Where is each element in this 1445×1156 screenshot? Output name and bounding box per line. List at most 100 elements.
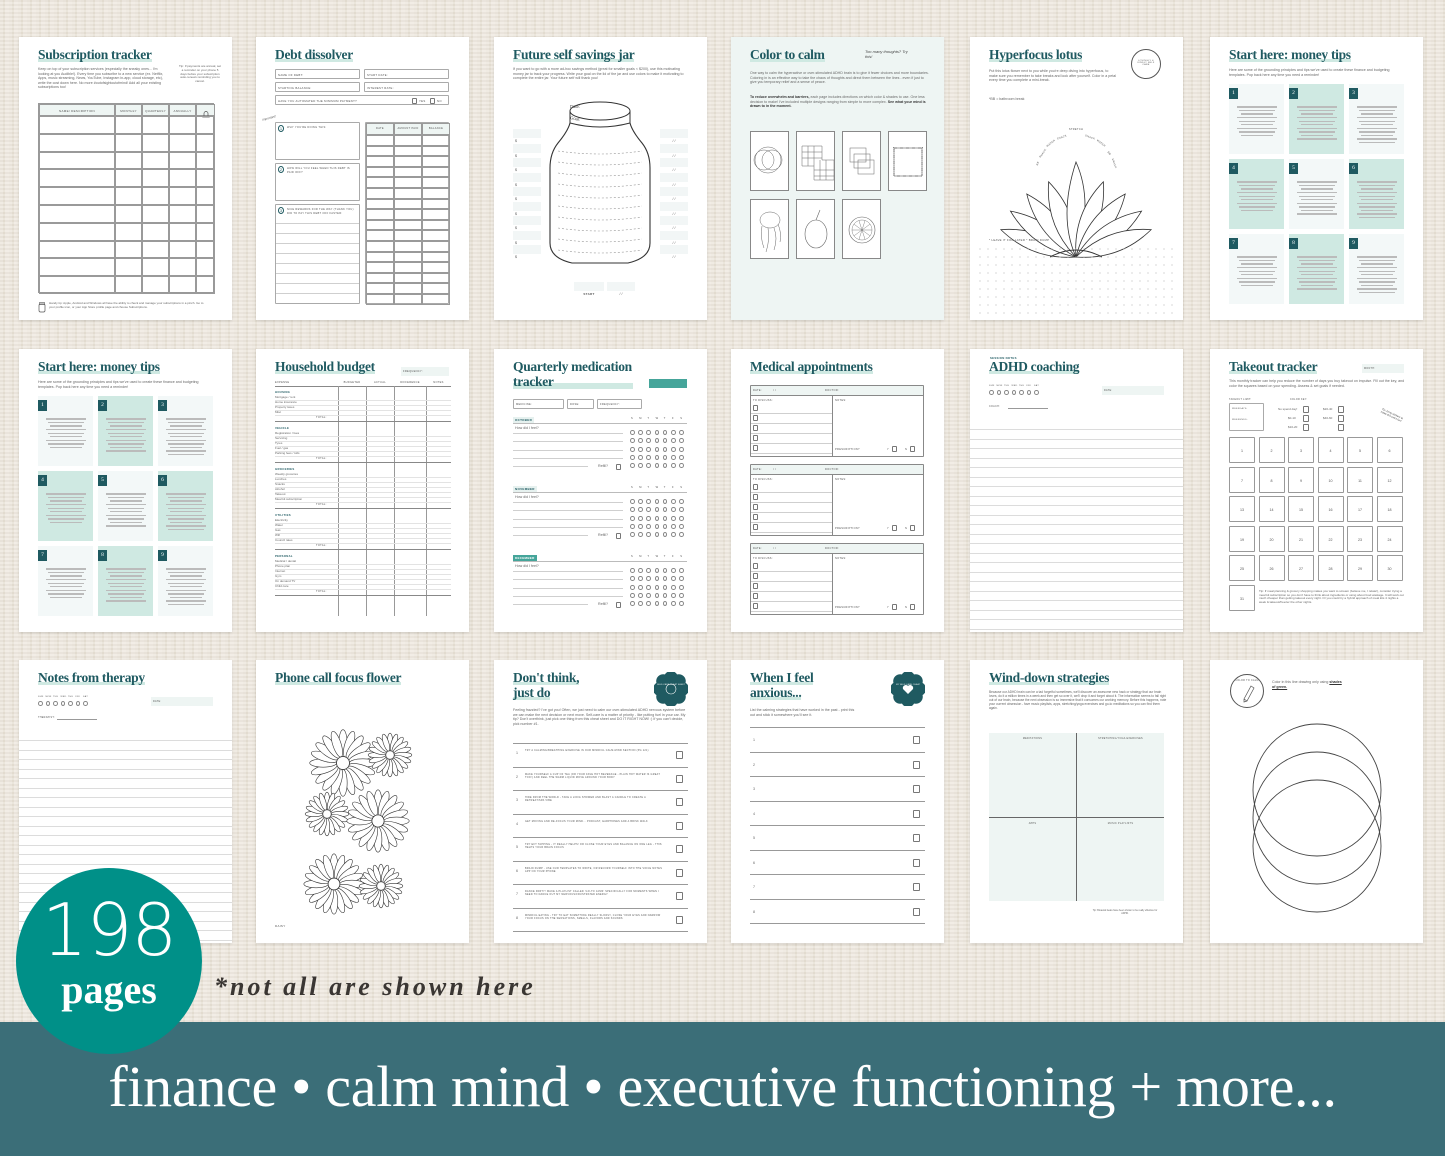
dose-circle[interactable] — [654, 584, 660, 590]
dose-circle[interactable] — [671, 463, 676, 469]
dose-circle[interactable] — [630, 446, 635, 452]
field-1[interactable]: Start date: — [364, 69, 449, 79]
quadrant-label[interactable]: Stretching/yoga exercises — [1077, 737, 1164, 740]
date-box[interactable]: / / — [660, 187, 688, 201]
color-key-swatch[interactable] — [1303, 424, 1309, 431]
day-circle[interactable] — [83, 701, 88, 706]
dose-circle[interactable] — [679, 532, 684, 538]
day-circle[interactable] — [53, 701, 58, 706]
dose-circle[interactable] — [638, 515, 643, 521]
calendar-day[interactable]: 22 — [1317, 525, 1344, 552]
n-checkbox[interactable] — [910, 446, 915, 452]
frequency-field[interactable]: Frequency: — [401, 367, 449, 376]
color-key-swatch[interactable] — [1303, 415, 1309, 422]
dose-circle[interactable] — [679, 576, 684, 582]
writing-line[interactable] — [970, 581, 1183, 582]
discuss-checkbox[interactable] — [753, 593, 758, 599]
dose-circle[interactable] — [679, 507, 684, 513]
day-circle[interactable] — [1019, 390, 1024, 395]
dose-circle[interactable] — [638, 446, 643, 452]
dose-circle[interactable] — [630, 601, 635, 607]
writing-line[interactable] — [970, 571, 1183, 573]
dose-circle[interactable] — [654, 568, 660, 573]
y-checkbox[interactable] — [892, 604, 897, 610]
dose-circle[interactable] — [662, 592, 668, 598]
calendar-day[interactable]: 28 — [1317, 555, 1344, 581]
quadrant-label[interactable]: Apps — [989, 822, 1076, 825]
dose-circle[interactable] — [646, 601, 651, 607]
dose-circle[interactable] — [638, 507, 643, 513]
writing-line[interactable] — [19, 759, 232, 760]
dose-circle[interactable] — [654, 601, 660, 607]
quadrant-label[interactable]: Meditations — [989, 737, 1076, 740]
field-0[interactable]: Name of debt: — [275, 69, 360, 79]
coloring-thumbnail[interactable] — [750, 131, 789, 191]
discuss-checkbox[interactable] — [753, 603, 758, 609]
date-box[interactable]: / / — [660, 201, 688, 216]
item-checkbox[interactable] — [913, 809, 920, 818]
dose-circle[interactable] — [646, 576, 651, 582]
calendar-day[interactable]: 8 — [1258, 466, 1285, 493]
item-checkbox[interactable] — [676, 798, 683, 806]
writing-line[interactable] — [19, 740, 232, 741]
coloring-thumbnail[interactable] — [796, 131, 835, 191]
discuss-checkbox[interactable] — [753, 563, 758, 569]
dose-circle[interactable] — [638, 463, 643, 469]
refill-checkbox[interactable] — [616, 601, 621, 608]
writing-line[interactable] — [970, 533, 1183, 535]
item-checkbox[interactable] — [913, 736, 920, 744]
dose-circle[interactable] — [646, 532, 651, 538]
day-circle[interactable] — [1011, 390, 1016, 395]
dose-circle[interactable] — [630, 576, 635, 582]
dose-circle[interactable] — [679, 454, 684, 460]
dose-circle[interactable] — [679, 515, 684, 521]
dose-circle[interactable] — [654, 446, 660, 452]
calendar-day[interactable]: 26 — [1258, 555, 1285, 581]
date-field[interactable]: Date: — [151, 697, 213, 706]
writing-line[interactable] — [19, 787, 232, 789]
dose-circle[interactable] — [638, 568, 643, 573]
writing-line[interactable] — [970, 609, 1183, 611]
calendar-day[interactable]: 25 — [1229, 555, 1255, 581]
day-circle[interactable] — [68, 701, 73, 706]
refill-checkbox[interactable] — [616, 532, 621, 539]
dose-circle[interactable] — [662, 454, 668, 460]
dose-circle[interactable] — [654, 532, 660, 538]
dose-circle[interactable] — [646, 446, 651, 452]
discuss-checkbox[interactable] — [753, 573, 758, 579]
dose-circle[interactable] — [662, 430, 668, 435]
dose-circle[interactable] — [654, 592, 660, 598]
writing-line[interactable] — [19, 749, 232, 751]
day-circle[interactable] — [1034, 390, 1039, 395]
writing-line[interactable] — [970, 476, 1183, 478]
dose-circle[interactable] — [679, 438, 684, 444]
dose-circle[interactable] — [638, 601, 643, 607]
discuss-checkbox[interactable] — [753, 425, 758, 431]
dose-circle[interactable] — [654, 523, 660, 529]
writing-line[interactable] — [19, 816, 232, 817]
dose-circle[interactable] — [662, 568, 668, 573]
dose-circle[interactable] — [646, 515, 651, 521]
dose-circle[interactable] — [679, 523, 684, 529]
dose-circle[interactable] — [671, 438, 676, 444]
dose-circle[interactable] — [662, 463, 668, 469]
dose-circle[interactable] — [638, 523, 643, 529]
amount-box[interactable]: $ — [513, 230, 541, 245]
dose-circle[interactable] — [679, 584, 684, 590]
amount-box[interactable]: $ — [513, 245, 541, 259]
dose-circle[interactable] — [679, 446, 684, 452]
dose-circle[interactable] — [646, 438, 651, 444]
month-field[interactable]: Month: — [1362, 364, 1404, 373]
dose-circle[interactable] — [654, 430, 660, 435]
dose-circle[interactable] — [671, 523, 676, 529]
discuss-checkbox[interactable] — [753, 484, 758, 490]
dose-circle[interactable] — [630, 568, 635, 573]
amount-box[interactable]: $ — [513, 143, 541, 158]
dose-circle[interactable] — [671, 568, 676, 573]
dose-circle[interactable] — [662, 515, 668, 521]
dose-circle[interactable] — [679, 499, 684, 504]
writing-line[interactable] — [970, 457, 1183, 459]
item-checkbox[interactable] — [676, 821, 683, 830]
dot-grid[interactable] — [976, 245, 1179, 316]
day-circle[interactable] — [1004, 390, 1009, 395]
